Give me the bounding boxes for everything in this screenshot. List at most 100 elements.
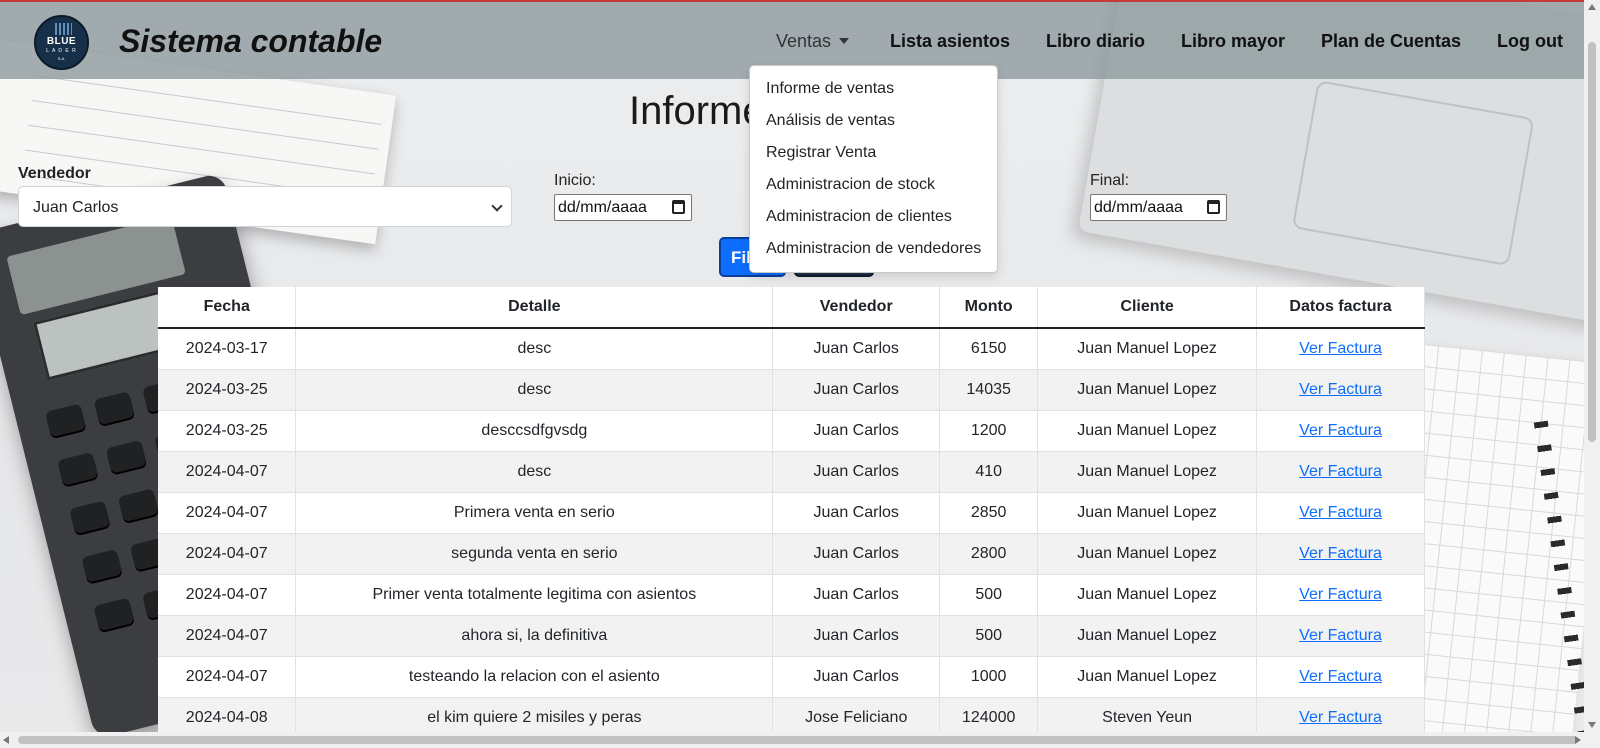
cell-fecha: 2024-04-07 (158, 532, 297, 574)
nav-plan-de-cuentas[interactable]: Plan de Cuentas (1321, 31, 1461, 52)
table-row: 2024-03-17 desc Juan Carlos 6150 Juan Ma… (158, 327, 1425, 369)
nav-lista-asientos[interactable]: Lista asientos (890, 31, 1010, 52)
ver-factura-link[interactable]: Ver Factura (1299, 668, 1382, 685)
caret-down-icon (839, 38, 850, 44)
cell-detalle: desc (295, 450, 774, 492)
cell-detalle: segunda venta en serio (295, 532, 774, 574)
header-fecha[interactable]: Fecha (158, 287, 297, 329)
cell-cliente: Juan Manuel Lopez (1037, 491, 1258, 533)
cell-vendedor: Juan Carlos (772, 368, 941, 410)
nav-ventas-label: Ventas (776, 31, 832, 51)
cell-detalle: desc (295, 368, 774, 410)
calendar-icon[interactable] (672, 200, 685, 214)
dropdown-item-analisis-ventas[interactable]: Análisis de ventas (750, 108, 997, 140)
cell-cliente: Juan Manuel Lopez (1037, 368, 1258, 410)
cell-fecha: 2024-03-25 (158, 409, 297, 451)
ver-factura-link[interactable]: Ver Factura (1299, 586, 1382, 603)
dropdown-item-admin-stock[interactable]: Administracion de stock (750, 172, 997, 204)
ver-factura-link[interactable]: Ver Factura (1299, 709, 1382, 726)
header-cliente[interactable]: Cliente (1037, 287, 1258, 329)
cell-detalle: testeando la relacion con el asiento (295, 655, 774, 697)
table-row: 2024-04-07 desc Juan Carlos 410 Juan Man… (158, 450, 1425, 492)
cell-cliente: Juan Manuel Lopez (1037, 327, 1258, 369)
cell-vendedor: Juan Carlos (772, 614, 941, 656)
cell-cliente: Juan Manuel Lopez (1037, 450, 1258, 492)
cell-fecha: 2024-04-07 (158, 573, 297, 615)
cell-vendedor: Juan Carlos (772, 532, 941, 574)
cell-monto: 6150 (939, 327, 1039, 369)
scroll-right-arrow-icon[interactable] (1575, 736, 1581, 744)
ver-factura-link[interactable]: Ver Factura (1299, 422, 1382, 439)
page-title: Informe (629, 89, 765, 133)
header-detalle[interactable]: Detalle (295, 287, 774, 329)
vertical-scrollbar[interactable] (1584, 0, 1600, 732)
cell-monto: 1000 (939, 655, 1039, 697)
ver-factura-link[interactable]: Ver Factura (1299, 340, 1382, 357)
scroll-left-arrow-icon[interactable] (3, 736, 9, 744)
sales-table: Fecha Detalle Vendedor Monto Cliente Dat… (158, 287, 1425, 738)
nav-libro-diario[interactable]: Libro diario (1046, 31, 1145, 52)
chevron-down-icon (491, 200, 503, 212)
cell-cliente: Juan Manuel Lopez (1037, 655, 1258, 697)
table-row: 2024-04-07 segunda venta en serio Juan C… (158, 532, 1425, 574)
dropdown-item-admin-vendedores[interactable]: Administracion de vendedores (750, 236, 997, 268)
dropdown-item-informe-ventas[interactable]: Informe de ventas (750, 76, 997, 108)
horizontal-scroll-thumb[interactable] (18, 736, 1578, 744)
cell-factura: Ver Factura (1256, 573, 1425, 615)
cell-cliente: Juan Manuel Lopez (1037, 573, 1258, 615)
cell-cliente: Juan Manuel Lopez (1037, 409, 1258, 451)
scroll-up-arrow-icon[interactable] (1588, 4, 1596, 10)
vendedor-selected-value: Juan Carlos (33, 199, 119, 216)
cell-factura: Ver Factura (1256, 450, 1425, 492)
header-datos-factura[interactable]: Datos factura (1256, 287, 1425, 329)
ver-factura-link[interactable]: Ver Factura (1299, 545, 1382, 562)
cell-vendedor: Juan Carlos (772, 327, 941, 369)
dropdown-item-admin-clientes[interactable]: Administracion de clientes (750, 204, 997, 236)
cell-cliente: Juan Manuel Lopez (1037, 532, 1258, 574)
header-monto[interactable]: Monto (939, 287, 1039, 329)
nav-libro-mayor[interactable]: Libro mayor (1181, 31, 1285, 52)
cell-factura: Ver Factura (1256, 409, 1425, 451)
table-row: 2024-04-07 Primera venta en serio Juan C… (158, 491, 1425, 533)
cell-monto: 14035 (939, 368, 1039, 410)
horizontal-scrollbar[interactable] (0, 732, 1600, 748)
ver-factura-link[interactable]: Ver Factura (1299, 627, 1382, 644)
ver-factura-link[interactable]: Ver Factura (1299, 504, 1382, 521)
cell-factura: Ver Factura (1256, 614, 1425, 656)
cell-vendedor: Juan Carlos (772, 655, 941, 697)
cell-factura: Ver Factura (1256, 368, 1425, 410)
cell-vendedor: Juan Carlos (772, 491, 941, 533)
chart-bars-icon (55, 23, 72, 35)
brand-logo[interactable]: BLUE L A D E R S.A. (34, 15, 89, 70)
cell-detalle: desc (295, 327, 774, 369)
cell-fecha: 2024-04-07 (158, 614, 297, 656)
vendedor-select[interactable]: Juan Carlos (18, 186, 512, 227)
nav-ventas-dropdown[interactable]: Ventas (776, 31, 850, 52)
cell-cliente: Juan Manuel Lopez (1037, 614, 1258, 656)
cell-detalle: desccsdfgvsdg (295, 409, 774, 451)
cell-factura: Ver Factura (1256, 491, 1425, 533)
calendar-icon[interactable] (1207, 200, 1220, 214)
vendedor-label: Vendedor (18, 165, 91, 182)
table-row: 2024-03-25 desccsdfgvsdg Juan Carlos 120… (158, 409, 1425, 451)
dropdown-item-registrar-venta[interactable]: Registrar Venta (750, 140, 997, 172)
cell-monto: 2850 (939, 491, 1039, 533)
cell-monto: 1200 (939, 409, 1039, 451)
nav-logout[interactable]: Log out (1497, 31, 1563, 52)
ver-factura-link[interactable]: Ver Factura (1299, 463, 1382, 480)
cell-detalle: Primer venta totalmente legitima con asi… (295, 573, 774, 615)
cell-monto: 410 (939, 450, 1039, 492)
table-header-row: Fecha Detalle Vendedor Monto Cliente Dat… (158, 287, 1425, 329)
cell-fecha: 2024-04-07 (158, 655, 297, 697)
scroll-down-arrow-icon[interactable] (1588, 722, 1596, 728)
inicio-date-placeholder: dd/mm/aaaa (558, 199, 647, 216)
table-row: 2024-04-07 Primer venta totalmente legit… (158, 573, 1425, 615)
vertical-scroll-thumb[interactable] (1588, 42, 1596, 442)
inicio-date-input[interactable]: dd/mm/aaaa (554, 194, 692, 221)
brand-title[interactable]: Sistema contable (119, 23, 382, 60)
final-date-input[interactable]: dd/mm/aaaa (1090, 194, 1227, 221)
table-row: 2024-03-25 desc Juan Carlos 14035 Juan M… (158, 368, 1425, 410)
header-vendedor[interactable]: Vendedor (772, 287, 941, 329)
cell-factura: Ver Factura (1256, 327, 1425, 369)
ver-factura-link[interactable]: Ver Factura (1299, 381, 1382, 398)
